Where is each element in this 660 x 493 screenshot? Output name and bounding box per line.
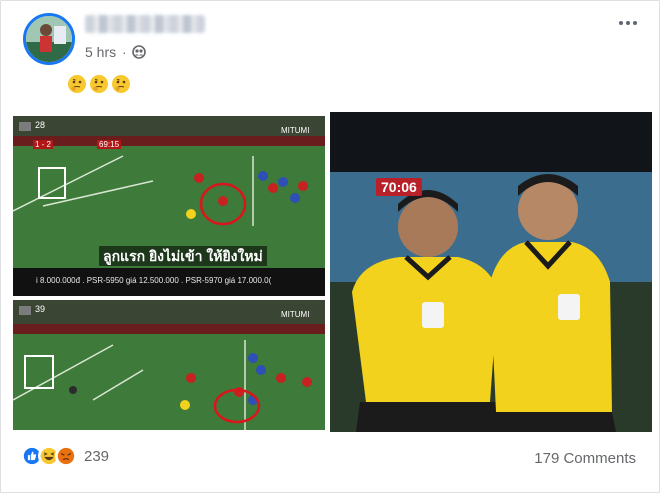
photo-match-penalty-1[interactable]: 28 1 - 2 69:15 MITUMI ลูกแรก ยิงไม่เข้า … <box>13 116 325 296</box>
broadcast-badge <box>19 306 31 315</box>
score-display: 1 - 2 <box>33 140 54 149</box>
photo-grid: 28 1 - 2 69:15 MITUMI ลูกแรก ยิงไม่เข้า … <box>9 112 652 432</box>
view-count: 28 <box>35 120 46 130</box>
broadcast-badge <box>19 122 31 131</box>
thinking-face-icon <box>90 75 108 93</box>
photo-referees[interactable]: 70:06 <box>330 112 652 432</box>
post-meta: 5 hrs · <box>85 42 147 62</box>
dot-icon <box>633 21 637 25</box>
photo-match-penalty-2[interactable]: 39 MITUMI <box>13 300 325 430</box>
timestamp[interactable]: 5 hrs <box>85 44 116 60</box>
avatar[interactable] <box>23 13 75 65</box>
post-text <box>67 74 131 94</box>
friends-icon[interactable] <box>132 45 147 59</box>
separator-dot: · <box>122 44 127 60</box>
match-clock: 70:06 <box>376 178 422 196</box>
news-ticker: i 8.000.000đ . PSR-5950 giá 12.500.000 .… <box>36 276 272 285</box>
thinking-face-icon <box>68 75 86 93</box>
match-clock: 69:15 <box>97 140 122 149</box>
dot-icon <box>619 21 623 25</box>
thinking-face-icon <box>112 75 130 93</box>
video-caption: ลูกแรก ยิงไม่เข้า ให้ยิงใหม่ <box>99 246 267 266</box>
broadcaster-logo: MITUMI <box>281 310 310 319</box>
author-name-blurred[interactable] <box>85 15 205 33</box>
more-options-button[interactable] <box>613 13 643 33</box>
post-footer: 239 179 Comments <box>21 445 641 473</box>
dot-icon <box>626 21 630 25</box>
comments-count-link[interactable]: 179 Comments <box>534 450 636 467</box>
reaction-count[interactable]: 239 <box>84 448 109 465</box>
reaction-summary[interactable]: 239 <box>21 445 109 467</box>
view-count: 39 <box>35 304 46 314</box>
facebook-post-card: 5 hrs · 28 1 - 2 69:15 MITUMI ลูกแรก ยิง… <box>0 0 660 493</box>
angry-icon <box>55 445 77 467</box>
broadcaster-logo: MITUMI <box>281 126 310 135</box>
